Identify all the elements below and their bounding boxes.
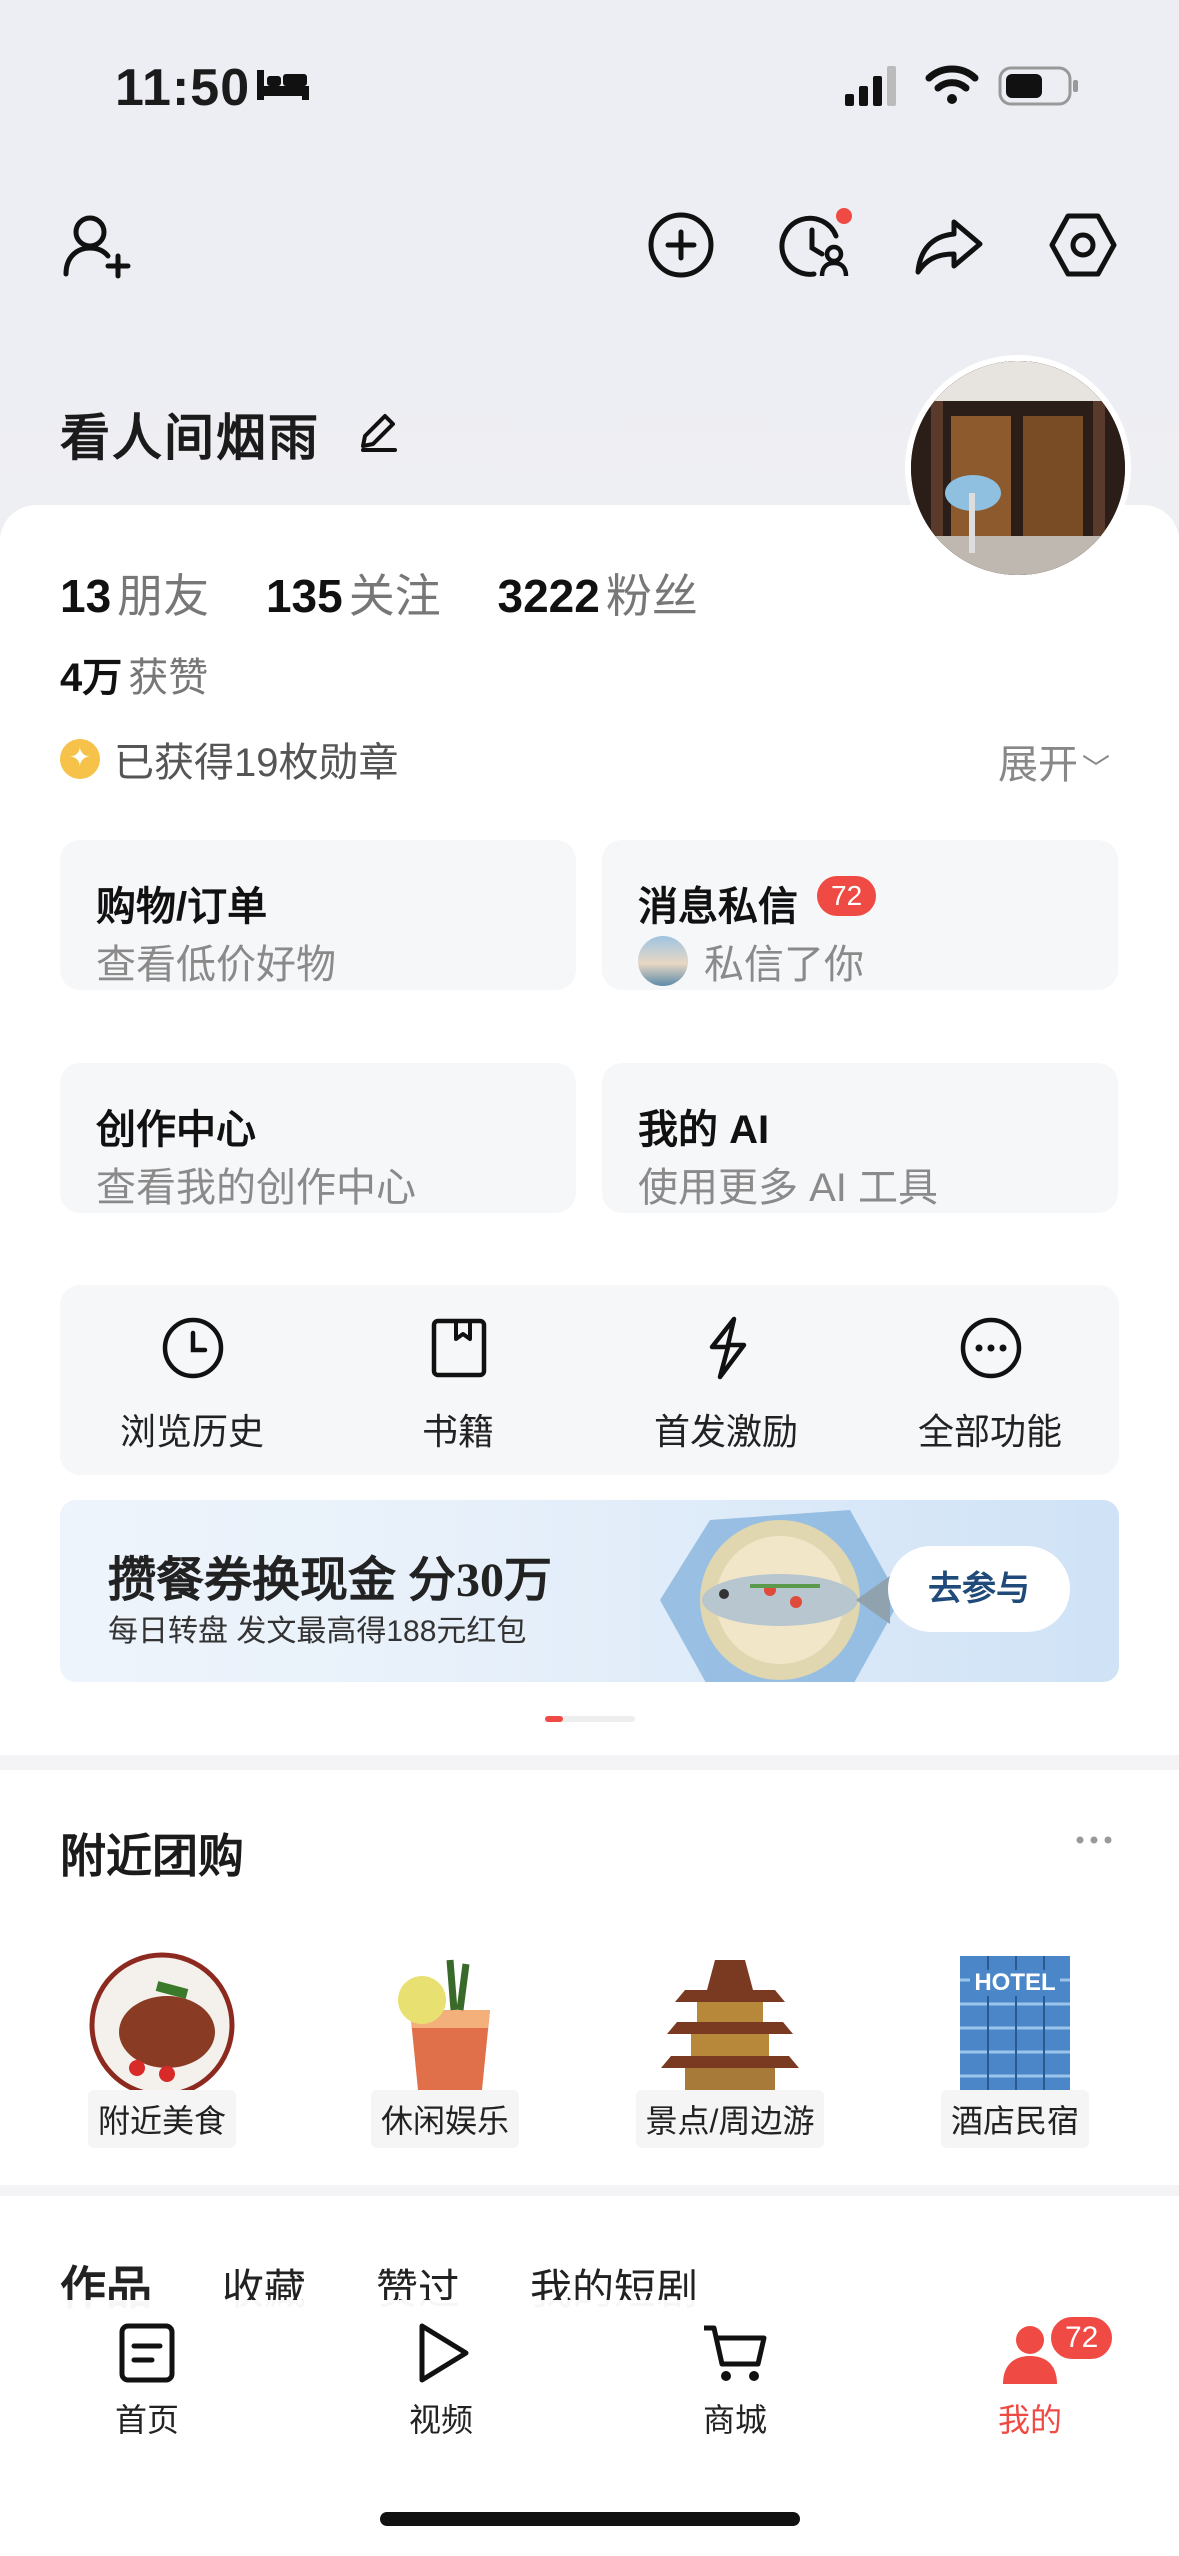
avatar[interactable] (905, 355, 1131, 581)
nav-mall[interactable]: 商城 (645, 2320, 825, 2441)
add-circle-icon[interactable] (644, 208, 718, 282)
nickname: 看人间烟雨 (60, 410, 320, 466)
quick-books[interactable]: 书籍 (328, 1285, 588, 1475)
quick-history-label: 浏览历史 (119, 1411, 264, 1452)
messages-tile[interactable]: 消息私信 72 私信了你 (602, 840, 1118, 990)
nearby-food-label: 附近美食 (87, 2090, 236, 2148)
messages-count-badge: 72 (817, 876, 877, 916)
medal-icon (60, 739, 100, 779)
quick-functions: 浏览历史 书籍 首发激励 全部功能 (60, 1285, 1119, 1475)
nav-video-label: 视频 (408, 2402, 473, 2438)
expand-button[interactable]: 展开 ﹀ (998, 732, 1110, 790)
clock-icon (162, 1317, 224, 1379)
home-doc-icon (119, 2323, 175, 2383)
lightning-icon (709, 1316, 747, 1380)
wifi-icon (925, 65, 979, 104)
nav-mall-label: 商城 (702, 2402, 767, 2438)
svg-text:HOTEL: HOTEL (974, 1969, 1055, 1996)
nearby-scenic[interactable]: 景点/周边游 (630, 1950, 830, 2148)
fish-dish-illustration (660, 1510, 900, 1682)
banner-subtitle: 每日转盘 发文最高得188元红包 (108, 1615, 527, 1648)
badges-row[interactable]: 已获得19枚勋章 (60, 730, 399, 788)
ai-title: 我的 AI (638, 1108, 770, 1152)
nav-me-badge: 72 (1048, 2314, 1116, 2362)
battery-icon (998, 66, 1078, 106)
friends-count: 13 (60, 570, 112, 622)
nav-home-label: 首页 (114, 2402, 179, 2438)
creator-title: 创作中心 (96, 1108, 256, 1152)
messages-sub: 私信了你 (704, 943, 864, 987)
likes-count: 4万 (60, 656, 123, 700)
creator-sub: 查看我的创作中心 (96, 1166, 416, 1210)
status-time: 11:50 (115, 59, 251, 117)
nearby-scenic-label: 景点/周边游 (635, 2090, 825, 2148)
cocktail-image (370, 1950, 520, 2100)
bookmark-book-icon (431, 1318, 487, 1378)
shopping-orders-tile[interactable]: 购物/订单 查看低价好物 (60, 840, 576, 990)
nearby-leisure[interactable]: 休闲娱乐 (345, 1950, 545, 2148)
banner-join-button[interactable]: 去参与 (888, 1546, 1070, 1632)
quick-first-publish-label: 首发激励 (653, 1411, 798, 1452)
following-label: 关注 (348, 570, 441, 622)
cart-icon (704, 2325, 767, 2381)
hotel-building-image: HOTEL (940, 1950, 1090, 2100)
nearby-section: 附近团购 附近美食 休闲娱乐 景点/周边游 HOTEL 酒店民宿 (0, 1770, 1179, 2185)
visitor-history-icon[interactable] (778, 208, 852, 282)
cellular-signal-icon (845, 66, 896, 106)
nav-me[interactable]: 72 我的 (940, 2314, 1120, 2441)
stats-row: 13 朋友 135 关注 3222 粉丝 (60, 560, 742, 626)
nearby-hotel-label: 酒店民宿 (940, 2090, 1089, 2148)
nearby-food[interactable]: 附近美食 (62, 1950, 262, 2148)
share-icon[interactable] (912, 208, 986, 282)
friends-stat[interactable]: 13 朋友 (60, 570, 253, 622)
quick-history[interactable]: 浏览历史 (62, 1285, 322, 1475)
nearby-hotel[interactable]: HOTEL 酒店民宿 (915, 1950, 1115, 2148)
more-circle-icon (960, 1317, 1022, 1379)
likes-label: 获赞 (128, 656, 209, 700)
creator-center-tile[interactable]: 创作中心 查看我的创作中心 (60, 1063, 576, 1213)
dm-sender-avatar (638, 936, 688, 986)
home-indicator (380, 2512, 800, 2526)
followers-count: 3222 (497, 570, 600, 622)
quick-first-publish[interactable]: 首发激励 (596, 1285, 856, 1475)
promo-banner[interactable]: 攒餐券换现金 分30万 每日转盘 发文最高得188元红包 去参与 (60, 1500, 1119, 1682)
nearby-leisure-label: 休闲娱乐 (370, 2090, 519, 2148)
sleep-focus-icon (257, 70, 309, 100)
nearby-title: 附近团购 (60, 1830, 244, 1882)
following-stat[interactable]: 135 关注 (266, 570, 485, 622)
steak-plate-image (87, 1950, 237, 2100)
followers-stat[interactable]: 3222 粉丝 (497, 570, 741, 622)
friends-label: 朋友 (117, 570, 210, 622)
nav-video[interactable]: 视频 (351, 2320, 531, 2441)
edit-pencil-icon[interactable] (355, 408, 401, 454)
quick-all-functions[interactable]: 全部功能 (860, 1285, 1120, 1475)
settings-icon[interactable] (1046, 208, 1120, 282)
quick-books-label: 书籍 (421, 1411, 494, 1452)
followers-label: 粉丝 (605, 570, 698, 622)
shopping-title: 购物/订单 (96, 885, 268, 929)
badges-text: 已获得19枚勋章 (114, 741, 399, 785)
ai-sub: 使用更多 AI 工具 (638, 1166, 939, 1210)
quick-all-functions-label: 全部功能 (917, 1411, 1062, 1452)
add-friend-icon[interactable] (60, 208, 134, 282)
nav-me-label: 我的 (997, 2402, 1062, 2438)
messages-title: 消息私信 (638, 885, 798, 929)
likes-stat: 4万 获赞 (60, 645, 252, 703)
banner-pagination (545, 1716, 635, 1722)
chevron-down-icon: ﹀ (1082, 753, 1111, 784)
shopping-sub: 查看低价好物 (96, 943, 336, 987)
following-count: 135 (265, 570, 343, 622)
nav-home[interactable]: 首页 (57, 2320, 237, 2441)
expand-label: 展开 (998, 743, 1078, 787)
play-icon (419, 2323, 469, 2383)
pagoda-image (655, 1950, 805, 2100)
more-dots-icon[interactable] (1074, 1830, 1114, 1850)
banner-title: 攒餐券换现金 分30万 (108, 1554, 553, 1607)
my-ai-tile[interactable]: 我的 AI 使用更多 AI 工具 (602, 1063, 1118, 1213)
